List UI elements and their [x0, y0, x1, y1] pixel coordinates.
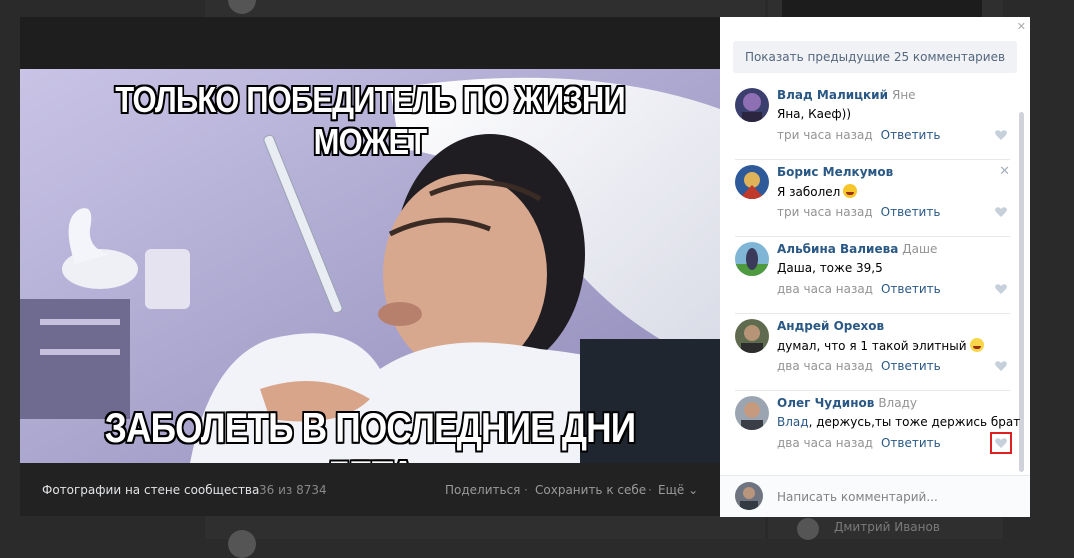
comment-author[interactable]: Андрей Орехов — [777, 319, 884, 333]
sweat-smile-emoji-icon — [969, 338, 984, 352]
comment-text: Даша, тоже 39,5 — [777, 261, 883, 275]
reply-link[interactable]: Ответить — [881, 205, 941, 219]
background-avatar — [797, 518, 819, 540]
background-user-name[interactable]: Дмитрий Иванов — [834, 520, 940, 534]
comment-meta: два часа назад Ответить — [777, 436, 941, 450]
divider — [735, 390, 1010, 391]
comment-author[interactable]: Влад Малицкий Яне — [777, 88, 916, 102]
comment-text: Яна, Каеф)) — [777, 107, 852, 121]
comment-text: Я заболел — [777, 184, 858, 199]
viewer-top-bar — [20, 17, 720, 69]
comment-input[interactable] — [775, 483, 1019, 511]
more-button[interactable]: Ещё ⌄ — [658, 483, 698, 497]
divider — [735, 159, 1010, 160]
meme-top-caption: ТОЛЬКО ПОБЕДИТЕЛЬ ПО ЖИЗНИ МОЖЕТ — [115, 79, 625, 162]
comment-meta: три часа назад Ответить — [777, 205, 941, 219]
comment-meta: два часа назад Ответить — [777, 282, 941, 296]
mention-link[interactable]: Влад — [777, 415, 809, 429]
meme-bottom-caption: ЗАБОЛЕТЬ В ПОСЛЕДНИЕ ДНИ ЛЕТА — [104, 404, 636, 463]
close-icon[interactable]: ✕ — [1017, 20, 1026, 33]
reply-link[interactable]: Ответить — [881, 128, 941, 142]
like-heart-icon[interactable] — [994, 359, 1008, 373]
delete-comment-icon[interactable]: ✕ — [999, 164, 1010, 179]
like-heart-icon[interactable] — [994, 282, 1008, 296]
comment-item: Влад Малицкий Яне Яна, Каеф)) три часа на… — [735, 88, 1010, 165]
reply-link[interactable]: Ответить — [881, 436, 941, 450]
photo[interactable]: ТОЛЬКО ПОБЕДИТЕЛЬ ПО ЖИЗНИ МОЖЕТ ЗАБОЛЕТ… — [20, 69, 720, 463]
background-video-thumb — [782, 0, 982, 17]
comment-item: Борис Мелкумов ✕ Я заболел три часа наза… — [735, 159, 1010, 242]
share-button[interactable]: Поделиться — [445, 483, 520, 497]
grinning-emoji-icon — [843, 184, 858, 198]
like-heart-icon[interactable] — [994, 205, 1008, 219]
avatar[interactable] — [735, 319, 769, 353]
album-title-link[interactable]: Фотографии на стене сообщества — [42, 483, 259, 497]
background-avatar — [228, 530, 256, 558]
comment-text: Влад, держусь,ты тоже держись брат — [777, 415, 1021, 429]
avatar[interactable] — [735, 242, 769, 276]
comment-meta: три часа назад Ответить — [777, 128, 941, 142]
comment-author[interactable]: Олег Чудинов Владу — [777, 396, 917, 410]
comment-item: Андрей Орехов думал, что я 1 такой элитн… — [735, 313, 1010, 396]
reply-link[interactable]: Ответить — [881, 359, 941, 373]
comment-author[interactable]: Борис Мелкумов — [777, 165, 893, 179]
comments-panel: ✕ Показать предыдущие 25 комментариев Вл… — [720, 17, 1030, 517]
like-heart-icon[interactable] — [994, 128, 1008, 142]
photo-viewer: ТОЛЬКО ПОБЕДИТЕЛЬ ПО ЖИЗНИ МОЖЕТ ЗАБОЛЕТ… — [20, 17, 720, 516]
comment-meta: два часа назад Ответить — [777, 359, 941, 373]
separator-dot: · — [524, 483, 528, 497]
comment-item: Олег Чудинов Владу Влад, держусь,ты тоже … — [735, 390, 1020, 473]
divider — [735, 236, 1010, 237]
avatar[interactable] — [735, 88, 769, 122]
comment-item: Альбина Валиева Даше Даша, тоже 39,5 два … — [735, 236, 1010, 319]
show-previous-comments-button[interactable]: Показать предыдущие 25 комментариев — [733, 41, 1017, 73]
avatar[interactable] — [735, 396, 769, 430]
comment-input-bar — [720, 475, 1030, 517]
comment-author[interactable]: Альбина Валиева Даше — [777, 242, 937, 256]
divider — [735, 313, 1010, 314]
separator-dot: · — [648, 483, 652, 497]
like-heart-icon[interactable] — [990, 432, 1012, 454]
viewer-bottom-bar: Фотографии на стене сообщества 36 из 873… — [20, 463, 720, 516]
current-user-avatar — [735, 482, 763, 510]
reply-link[interactable]: Ответить — [881, 282, 941, 296]
comment-text: думал, что я 1 такой элитный — [777, 338, 984, 353]
save-to-me-button[interactable]: Сохранить к себе — [535, 483, 646, 497]
photo-counter: 36 из 8734 — [259, 483, 327, 497]
avatar[interactable] — [735, 165, 769, 199]
